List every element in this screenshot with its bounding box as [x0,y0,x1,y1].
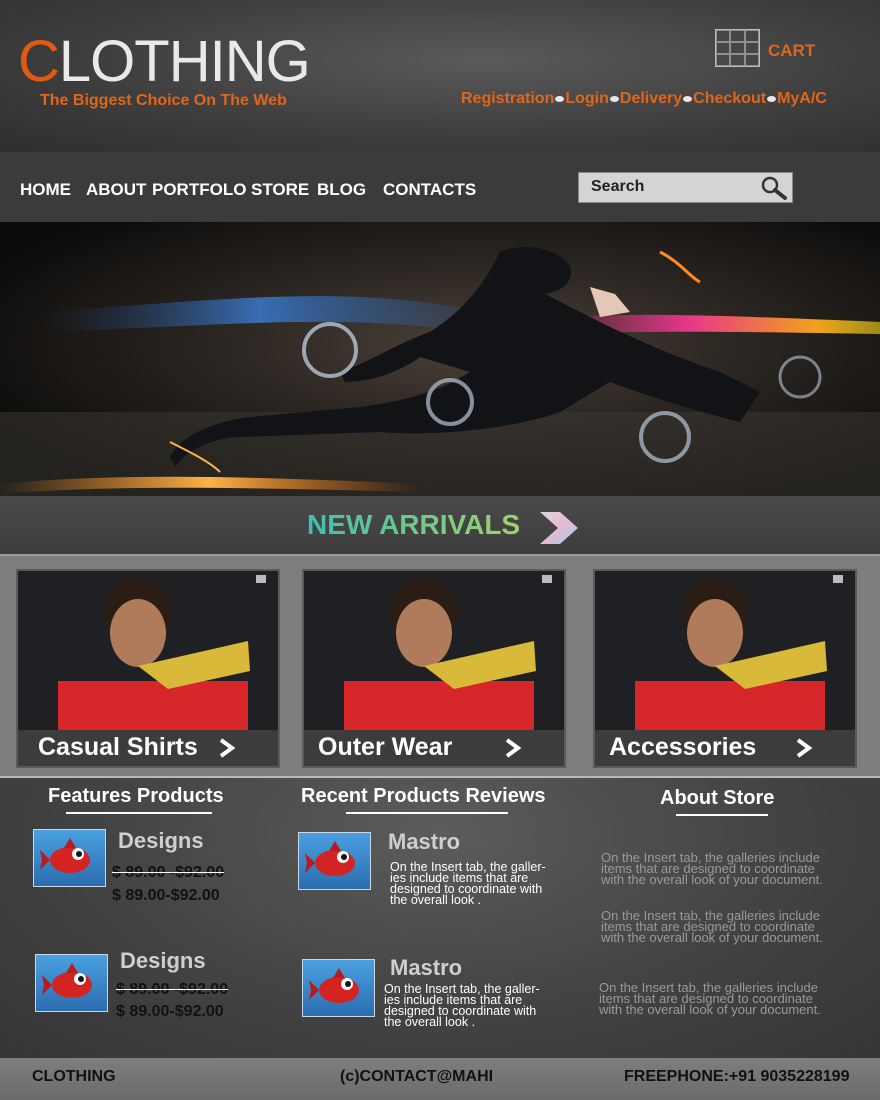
logo[interactable]: CLOTHING [18,29,311,94]
login-link[interactable]: Login [565,90,609,108]
nav-contacts[interactable]: CONTACTS [383,180,476,200]
product-old-price: $ 89.00 -$92.00 [116,981,229,998]
separator-dot [767,96,777,102]
fish-icon [42,963,92,998]
checkout-link[interactable]: Checkout [693,90,766,108]
separator-dot [609,96,619,102]
chevron-right-icon [219,738,236,758]
nav-store[interactable]: STORE [251,180,309,200]
new-arrivals-title[interactable]: NEW ARRIVALS [307,509,520,541]
category-card-accessories[interactable]: Accessories [593,569,857,768]
review-thumbnail[interactable] [298,832,371,890]
cart-link[interactable]: CART [768,41,815,61]
category-label: Accessories [609,733,757,761]
logo-first-letter: C [18,29,60,94]
delivery-link[interactable]: Delivery [620,90,682,108]
footer-phone: FREEPHONE:+91 9035228199 [624,1068,850,1085]
nav-blog[interactable]: BLOG [317,180,366,200]
product-name[interactable]: Designs [120,948,206,974]
fish-icon [305,841,355,876]
about-paragraph: On the Insert tab, the galleries include… [599,980,821,1017]
my-account-link[interactable]: MyA/C [777,90,827,108]
category-label: Casual Shirts [38,733,198,761]
card-caption: Accessories [595,730,855,766]
site-footer: CLOTHING (c)CONTACT@MAHI FREEPHONE:+91 9… [0,1058,880,1100]
review-product-name[interactable]: Mastro [390,955,462,981]
reviews-title: Recent Products Reviews [301,785,546,807]
chevron-right-icon [505,738,522,758]
product-price: $ 89.00-$92.00 [116,1003,224,1020]
category-card-casual-shirts[interactable]: Casual Shirts [16,569,280,768]
hero-banner [0,222,880,496]
product-thumbnail[interactable] [35,954,108,1012]
review-product-name[interactable]: Mastro [388,829,460,855]
reviews-underline [346,812,508,814]
category-card-outer-wear[interactable]: Outer Wear [302,569,566,768]
chevron-right-icon [796,738,813,758]
about-paragraph: On the Insert tab, the galleries include… [601,850,823,887]
features-underline [66,812,212,814]
about-paragraph: On the Insert tab, the galleries include… [601,908,823,945]
card-caption: Outer Wear [304,730,564,766]
product-name[interactable]: Designs [118,828,204,854]
separator-dot [555,96,565,102]
fish-icon [40,838,90,873]
category-label: Outer Wear [318,733,453,761]
cart-icon[interactable] [715,29,760,67]
about-underline [676,814,768,816]
nav-portfolio[interactable]: PORTFOLO [152,180,246,200]
search-input[interactable]: Search [591,178,644,196]
product-price: $ 89.00-$92.00 [112,887,220,904]
review-text: On the Insert tab, the galler-ies includ… [384,982,540,1029]
hero-image [0,247,880,496]
search-icon[interactable] [758,175,788,200]
features-title: Features Products [48,785,224,807]
product-thumbnail[interactable] [33,829,106,887]
product-old-price: $ 89.00 -$92.00 [112,864,225,881]
product-photo [595,571,855,731]
tagline: The Biggest Choice On The Web [40,92,287,109]
search-box[interactable]: Search [578,172,793,203]
footer-contact[interactable]: (c)CONTACT@MAHI [340,1068,493,1086]
review-thumbnail[interactable] [302,959,375,1017]
about-title: About Store [660,787,775,809]
footer-brand: CLOTHING [32,1068,116,1085]
logo-text: LOTHING [58,29,311,94]
product-photo [18,571,278,731]
product-photo [304,571,564,731]
site-header: CLOTHING The Biggest Choice On The Web C… [0,0,880,152]
separator-dot [683,96,693,102]
account-links: Registration Login Delivery Checkout MyA… [461,90,827,108]
chevron-right-icon[interactable] [538,510,580,546]
registration-link[interactable]: Registration [461,90,554,108]
nav-home[interactable]: HOME [20,180,71,200]
review-text: On the Insert tab, the galler-ies includ… [390,860,546,907]
card-caption: Casual Shirts [18,730,278,766]
fish-icon [309,968,359,1003]
nav-about[interactable]: ABOUT [86,180,146,200]
